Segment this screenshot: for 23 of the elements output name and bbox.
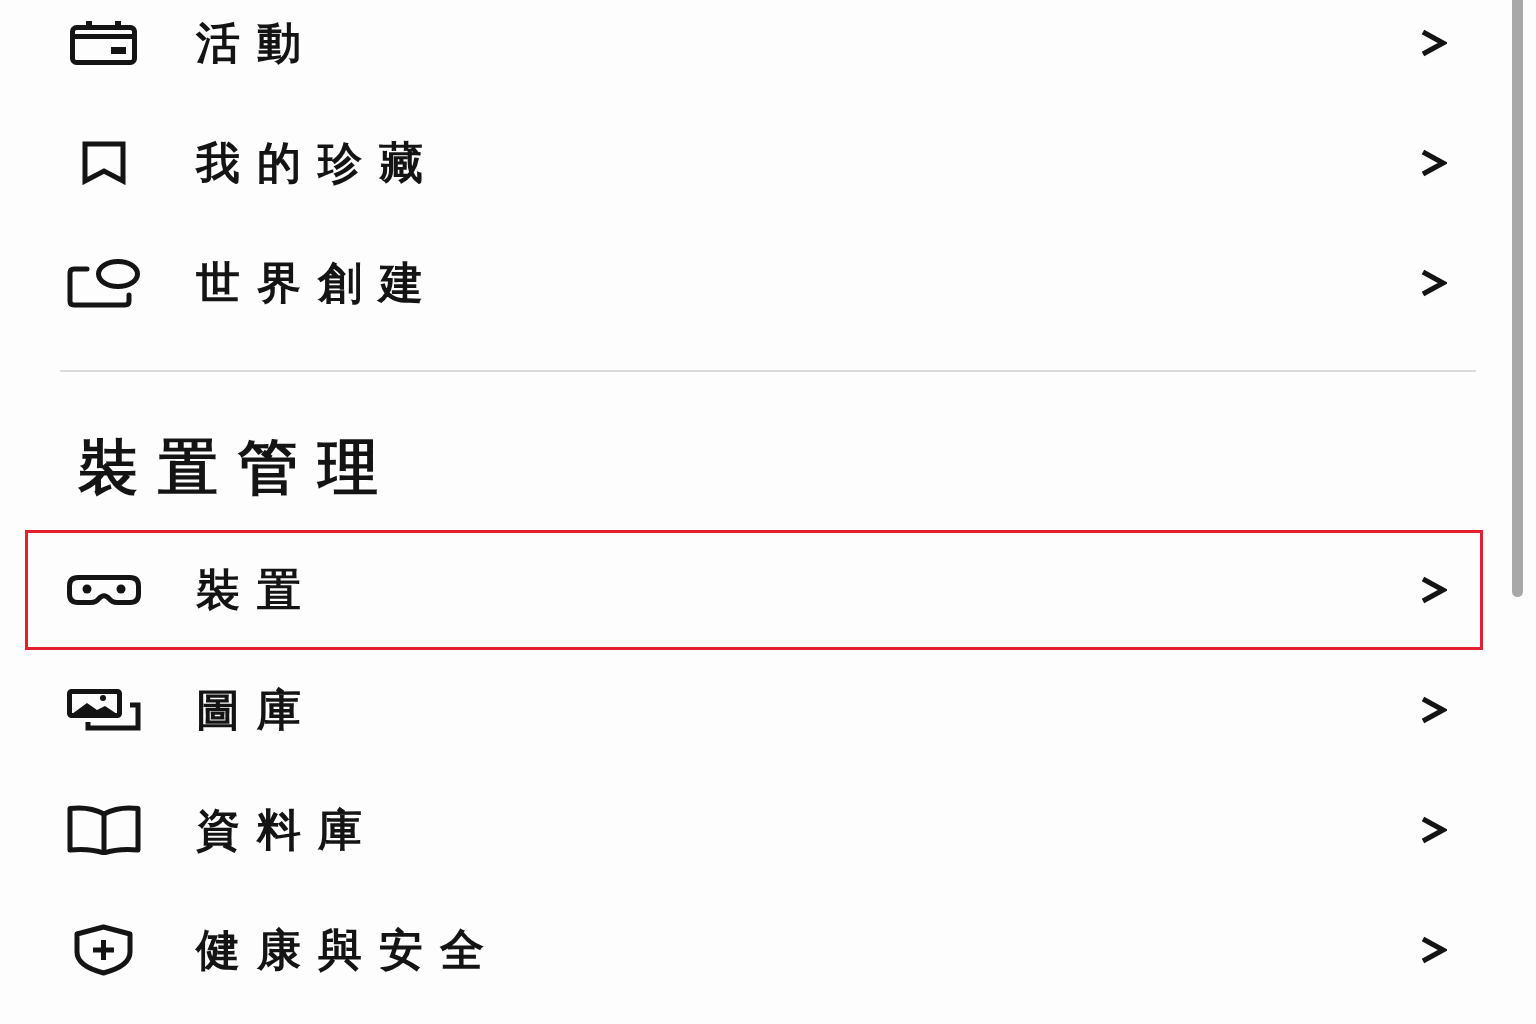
chevron-right-icon — [1420, 936, 1447, 964]
menu-item[interactable]: 健康與安全 — [25, 890, 1483, 1010]
scrollbar-thumb[interactable] — [1512, 0, 1523, 597]
section-heading: 裝置管理 — [78, 432, 399, 502]
goggles-icon — [66, 575, 141, 605]
book-icon — [66, 805, 141, 855]
menu-item[interactable]: 我的珍藏 — [25, 103, 1483, 223]
chevron-right-icon — [1420, 816, 1447, 844]
menu-item[interactable]: 資料庫 — [25, 770, 1483, 890]
images-icon — [66, 689, 141, 731]
chevron-right-icon — [1420, 149, 1447, 177]
menu-item[interactable]: 裝置 — [25, 530, 1483, 650]
shield-plus-icon — [74, 924, 133, 976]
chevron-right-icon — [1420, 576, 1447, 604]
frame-circle-icon — [66, 258, 141, 308]
menu-item[interactable]: 世界創建 — [25, 223, 1483, 343]
menu-item[interactable]: 圖庫 — [25, 650, 1483, 770]
chevron-right-icon — [1420, 269, 1447, 297]
bookmark-icon — [81, 141, 126, 185]
menu-item[interactable]: 活動 — [25, 0, 1483, 103]
calendar-icon — [70, 21, 137, 65]
chevron-right-icon — [1420, 696, 1447, 724]
chevron-right-icon — [1420, 29, 1447, 57]
